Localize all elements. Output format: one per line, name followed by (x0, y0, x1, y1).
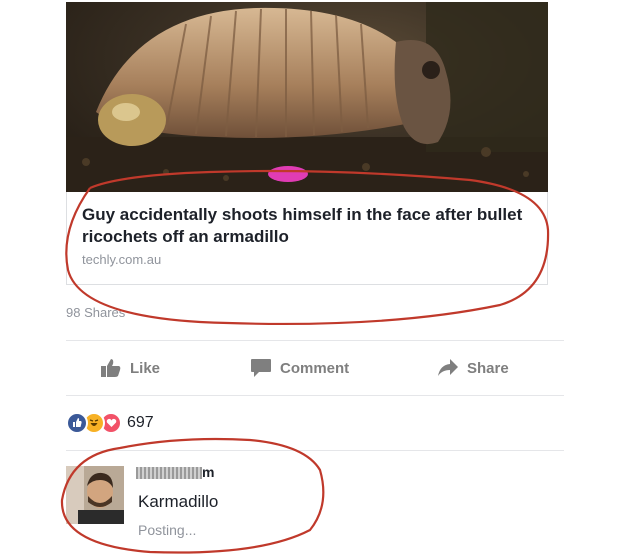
armadillo-photo (66, 2, 548, 192)
comment-author[interactable]: m (136, 464, 214, 480)
like-button[interactable]: Like (100, 356, 160, 380)
comment-label: Comment (280, 359, 350, 377)
share-button[interactable]: Share (437, 356, 509, 380)
like-icon (66, 412, 88, 434)
thumbs-up-icon (101, 359, 121, 377)
divider (66, 340, 564, 341)
link-domain: techly.com.au (82, 252, 162, 267)
share-arrow-icon (438, 359, 458, 376)
share-label: Share (467, 359, 509, 377)
comment-text: Karmadillo (138, 492, 219, 511)
comment-status: Posting... (138, 522, 197, 538)
reactions-summary[interactable]: 697 (66, 412, 154, 434)
like-label: Like (130, 359, 161, 377)
reaction-count: 697 (127, 414, 154, 431)
divider (66, 395, 564, 396)
shares-count[interactable]: 98 Shares (66, 305, 125, 320)
divider (66, 450, 564, 451)
redaction-scribble (136, 467, 202, 480)
link-preview-image[interactable] (66, 2, 548, 192)
link-preview-caption[interactable]: Guy accidentally shoots himself in the f… (66, 192, 548, 285)
comment-button[interactable]: Comment (250, 356, 349, 380)
author-name-suffix: m (202, 464, 215, 480)
link-title[interactable]: Guy accidentally shoots himself in the f… (82, 204, 542, 248)
comment-icon (251, 359, 271, 377)
avatar[interactable] (66, 466, 124, 524)
